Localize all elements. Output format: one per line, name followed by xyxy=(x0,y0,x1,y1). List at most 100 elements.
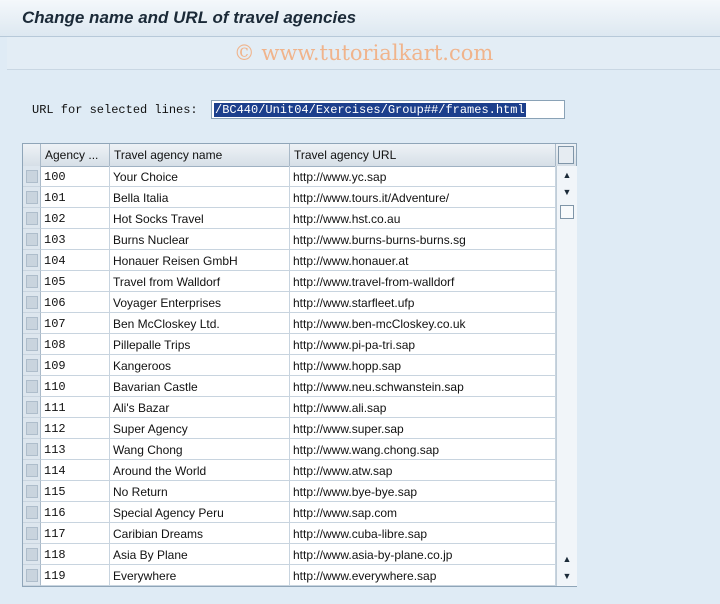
cell-agency-name[interactable]: Ali's Bazar xyxy=(110,397,290,418)
cell-agency-name[interactable]: Special Agency Peru xyxy=(110,502,290,523)
cell-agency-name[interactable]: Honauer Reisen GmbH xyxy=(110,250,290,271)
table-row[interactable]: 111 Ali's Bazar http://www.ali.sap xyxy=(23,397,556,418)
cell-agency-url[interactable]: http://www.super.sap xyxy=(290,418,556,439)
cell-agency-url[interactable]: http://www.sap.com xyxy=(290,502,556,523)
cell-agency-id[interactable]: 107 xyxy=(41,313,110,334)
column-header-agency[interactable]: Agency ... xyxy=(41,144,110,166)
row-selector[interactable] xyxy=(23,250,41,271)
cell-agency-name[interactable]: Wang Chong xyxy=(110,439,290,460)
cell-agency-name[interactable]: No Return xyxy=(110,481,290,502)
cell-agency-id[interactable]: 111 xyxy=(41,397,110,418)
cell-agency-url[interactable]: http://www.wang.chong.sap xyxy=(290,439,556,460)
scroll-up-icon[interactable]: ▲ xyxy=(560,169,574,181)
vertical-scrollbar[interactable]: ▲ ▼ ▲ ▼ xyxy=(556,166,577,586)
cell-agency-id[interactable]: 115 xyxy=(41,481,110,502)
cell-agency-id[interactable]: 104 xyxy=(41,250,110,271)
table-row[interactable]: 113 Wang Chong http://www.wang.chong.sap xyxy=(23,439,556,460)
row-selector[interactable] xyxy=(23,166,41,187)
row-selector[interactable] xyxy=(23,271,41,292)
cell-agency-id[interactable]: 102 xyxy=(41,208,110,229)
cell-agency-url[interactable]: http://www.yc.sap xyxy=(290,166,556,187)
cell-agency-url[interactable]: http://www.hst.co.au xyxy=(290,208,556,229)
row-selector[interactable] xyxy=(23,334,41,355)
row-selector[interactable] xyxy=(23,187,41,208)
cell-agency-name[interactable]: Voyager Enterprises xyxy=(110,292,290,313)
row-selector[interactable] xyxy=(23,376,41,397)
cell-agency-url[interactable]: http://www.ali.sap xyxy=(290,397,556,418)
url-input[interactable]: /BC440/Unit04/Exercises/Group##/frames.h… xyxy=(211,100,565,119)
cell-agency-id[interactable]: 116 xyxy=(41,502,110,523)
table-row[interactable]: 117 Caribian Dreams http://www.cuba-libre.… xyxy=(23,523,556,544)
cell-agency-name[interactable]: Pillepalle Trips xyxy=(110,334,290,355)
cell-agency-id[interactable]: 103 xyxy=(41,229,110,250)
table-row[interactable]: 108 Pillepalle Trips http://www.pi-pa-tri.… xyxy=(23,334,556,355)
row-selector[interactable] xyxy=(23,355,41,376)
cell-agency-url[interactable]: http://www.ben-mcCloskey.co.uk xyxy=(290,313,556,334)
table-row[interactable]: 115 No Return http://www.bye-bye.sap xyxy=(23,481,556,502)
cell-agency-id[interactable]: 119 xyxy=(41,565,110,586)
cell-agency-name[interactable]: Burns Nuclear xyxy=(110,229,290,250)
column-header-name[interactable]: Travel agency name xyxy=(110,144,290,166)
cell-agency-name[interactable]: Asia By Plane xyxy=(110,544,290,565)
table-row[interactable]: 116 Special Agency Peru http://www.sap.com xyxy=(23,502,556,523)
table-row[interactable]: 118 Asia By Plane http://www.asia-by-plane… xyxy=(23,544,556,565)
cell-agency-name[interactable]: Travel from Walldorf xyxy=(110,271,290,292)
cell-agency-id[interactable]: 100 xyxy=(41,166,110,187)
table-row[interactable]: 106 Voyager Enterprises http://www.starfle… xyxy=(23,292,556,313)
scroll-page-down-icon[interactable]: ▼ xyxy=(560,570,574,582)
table-row[interactable]: 101 Bella Italia http://www.tours.it/Adven… xyxy=(23,187,556,208)
cell-agency-id[interactable]: 117 xyxy=(41,523,110,544)
cell-agency-url[interactable]: http://www.everywhere.sap xyxy=(290,565,556,586)
scroll-page-up-icon[interactable]: ▲ xyxy=(560,553,574,565)
cell-agency-name[interactable]: Everywhere xyxy=(110,565,290,586)
row-selector[interactable] xyxy=(23,502,41,523)
row-selector[interactable] xyxy=(23,481,41,502)
table-row[interactable]: 119 Everywhere http://www.everywhere.sap xyxy=(23,565,556,586)
cell-agency-name[interactable]: Caribian Dreams xyxy=(110,523,290,544)
table-row[interactable]: 109 Kangeroos http://www.hopp.sap xyxy=(23,355,556,376)
table-row[interactable]: 112 Super Agency http://www.super.sap xyxy=(23,418,556,439)
cell-agency-name[interactable]: Hot Socks Travel xyxy=(110,208,290,229)
cell-agency-id[interactable]: 113 xyxy=(41,439,110,460)
row-selector[interactable] xyxy=(23,313,41,334)
row-selector[interactable] xyxy=(23,418,41,439)
cell-agency-id[interactable]: 110 xyxy=(41,376,110,397)
row-selector[interactable] xyxy=(23,523,41,544)
row-selector[interactable] xyxy=(23,565,41,586)
row-selector[interactable] xyxy=(23,439,41,460)
scrollbar-thumb[interactable] xyxy=(560,205,574,219)
row-selector[interactable] xyxy=(23,292,41,313)
table-row[interactable]: 105 Travel from Walldorf http://www.travel… xyxy=(23,271,556,292)
row-selector[interactable] xyxy=(23,229,41,250)
table-row[interactable]: 100 Your Choice http://www.yc.sap xyxy=(23,166,556,187)
table-row[interactable]: 102 Hot Socks Travel http://www.hst.co.au xyxy=(23,208,556,229)
cell-agency-id[interactable]: 105 xyxy=(41,271,110,292)
cell-agency-name[interactable]: Super Agency xyxy=(110,418,290,439)
cell-agency-id[interactable]: 101 xyxy=(41,187,110,208)
cell-agency-name[interactable]: Bella Italia xyxy=(110,187,290,208)
row-selector[interactable] xyxy=(23,544,41,565)
cell-agency-url[interactable]: http://www.tours.it/Adventure/ xyxy=(290,187,556,208)
table-row[interactable]: 110 Bavarian Castle http://www.neu.schwans… xyxy=(23,376,556,397)
row-selector[interactable] xyxy=(23,397,41,418)
cell-agency-url[interactable]: http://www.atw.sap xyxy=(290,460,556,481)
cell-agency-id[interactable]: 108 xyxy=(41,334,110,355)
cell-agency-id[interactable]: 114 xyxy=(41,460,110,481)
table-row[interactable]: 103 Burns Nuclear http://www.burns-burns-b… xyxy=(23,229,556,250)
cell-agency-url[interactable]: http://www.travel-from-walldorf xyxy=(290,271,556,292)
column-header-url[interactable]: Travel agency URL xyxy=(290,144,556,166)
cell-agency-id[interactable]: 106 xyxy=(41,292,110,313)
table-row[interactable]: 114 Around the World http://www.atw.sap xyxy=(23,460,556,481)
cell-agency-url[interactable]: http://www.neu.schwanstein.sap xyxy=(290,376,556,397)
column-settings-button[interactable] xyxy=(558,146,574,164)
row-selector[interactable] xyxy=(23,460,41,481)
cell-agency-name[interactable]: Around the World xyxy=(110,460,290,481)
cell-agency-id[interactable]: 109 xyxy=(41,355,110,376)
table-row[interactable]: 104 Honauer Reisen GmbH http://www.honauer… xyxy=(23,250,556,271)
cell-agency-name[interactable]: Kangeroos xyxy=(110,355,290,376)
select-all-header[interactable] xyxy=(23,144,41,166)
cell-agency-url[interactable]: http://www.burns-burns-burns.sg xyxy=(290,229,556,250)
cell-agency-url[interactable]: http://www.honauer.at xyxy=(290,250,556,271)
cell-agency-name[interactable]: Your Choice xyxy=(110,166,290,187)
cell-agency-name[interactable]: Ben McCloskey Ltd. xyxy=(110,313,290,334)
